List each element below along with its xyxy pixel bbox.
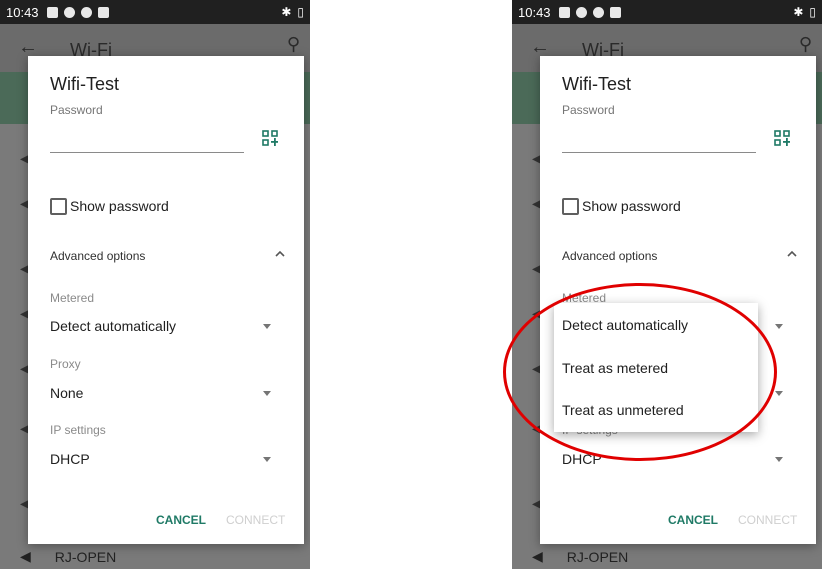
dropdown-caret-icon[interactable] [775,457,783,462]
metered-select[interactable]: Detect automatically [50,318,176,334]
show-password-checkbox[interactable] [50,198,67,215]
image-icon [558,6,570,18]
app-icon [609,6,621,18]
status-right: ✱ ▯ [281,5,304,19]
password-input[interactable] [562,152,756,153]
battery-icon: ▯ [809,5,816,19]
chevron-up-icon[interactable] [273,247,287,261]
status-bar: 10:43 ✱ ▯ [512,0,822,24]
dropdown-caret-icon[interactable] [263,324,271,329]
network-name: RJ-OPEN [54,548,117,565]
cancel-button[interactable]: CANCEL [668,513,718,527]
status-time: 10:43 [6,4,39,20]
image-icon [46,6,58,18]
qr-code-icon[interactable] [774,130,790,146]
highlight-circle [503,283,777,461]
search-icon[interactable]: ⚲ [287,34,300,55]
battery-icon: ▯ [297,5,304,19]
advanced-options-label[interactable]: Advanced options [562,249,657,263]
show-password-label[interactable]: Show password [582,198,681,214]
status-time: 10:43 [518,4,551,20]
cancel-button[interactable]: CANCEL [156,513,206,527]
dialog-title: Wifi-Test [50,74,119,94]
dropdown-caret-icon[interactable] [775,324,783,329]
connect-button[interactable]: CONNECT [738,513,797,527]
connect-button[interactable]: CONNECT [226,513,285,527]
bluetooth-icon: ✱ [281,5,292,19]
sync-icon [592,6,604,18]
network-name: RJ-OPEN [566,548,629,565]
dropdown-caret-icon[interactable] [263,391,271,396]
bluetooth-icon: ✱ [793,5,804,19]
show-password-label[interactable]: Show password [70,198,169,214]
wifi-status-icon [63,6,75,18]
network-row[interactable]: ◀ RJ-OPEN [532,548,628,565]
wifi-icon: ◀ [532,548,543,564]
app-icon [97,6,109,18]
proxy-label: Proxy [50,357,81,371]
show-password-checkbox[interactable] [562,198,579,215]
network-row[interactable]: ◀ RJ-OPEN [20,548,116,565]
search-icon[interactable]: ⚲ [799,34,812,55]
proxy-select[interactable]: None [50,385,83,401]
qr-code-icon[interactable] [262,130,278,146]
ip-settings-label: IP settings [50,423,106,437]
sync-icon [80,6,92,18]
wifi-dialog: Wifi-Test Password Show password Advance… [28,56,304,544]
wifi-status-icon [575,6,587,18]
status-bar: 10:43 ✱ ▯ [0,0,310,24]
advanced-options-label[interactable]: Advanced options [50,249,145,263]
password-label: Password [50,103,103,117]
metered-label: Metered [50,291,95,305]
password-label: Password [562,103,615,117]
password-input[interactable] [50,152,244,153]
dropdown-caret-icon[interactable] [775,391,783,396]
dropdown-caret-icon[interactable] [263,457,271,462]
ip-settings-select[interactable]: DHCP [50,451,90,467]
dialog-title: Wifi-Test [562,74,631,94]
wifi-icon: ◀ [20,548,31,564]
phone-left: 10:43 ✱ ▯ ← Wi-Fi ⚲ ◀ ◀ ◀ ◀ ◀ ◀ ◀ ◀ RJ-O… [0,0,310,569]
chevron-up-icon[interactable] [785,247,799,261]
status-right: ✱ ▯ [793,5,816,19]
